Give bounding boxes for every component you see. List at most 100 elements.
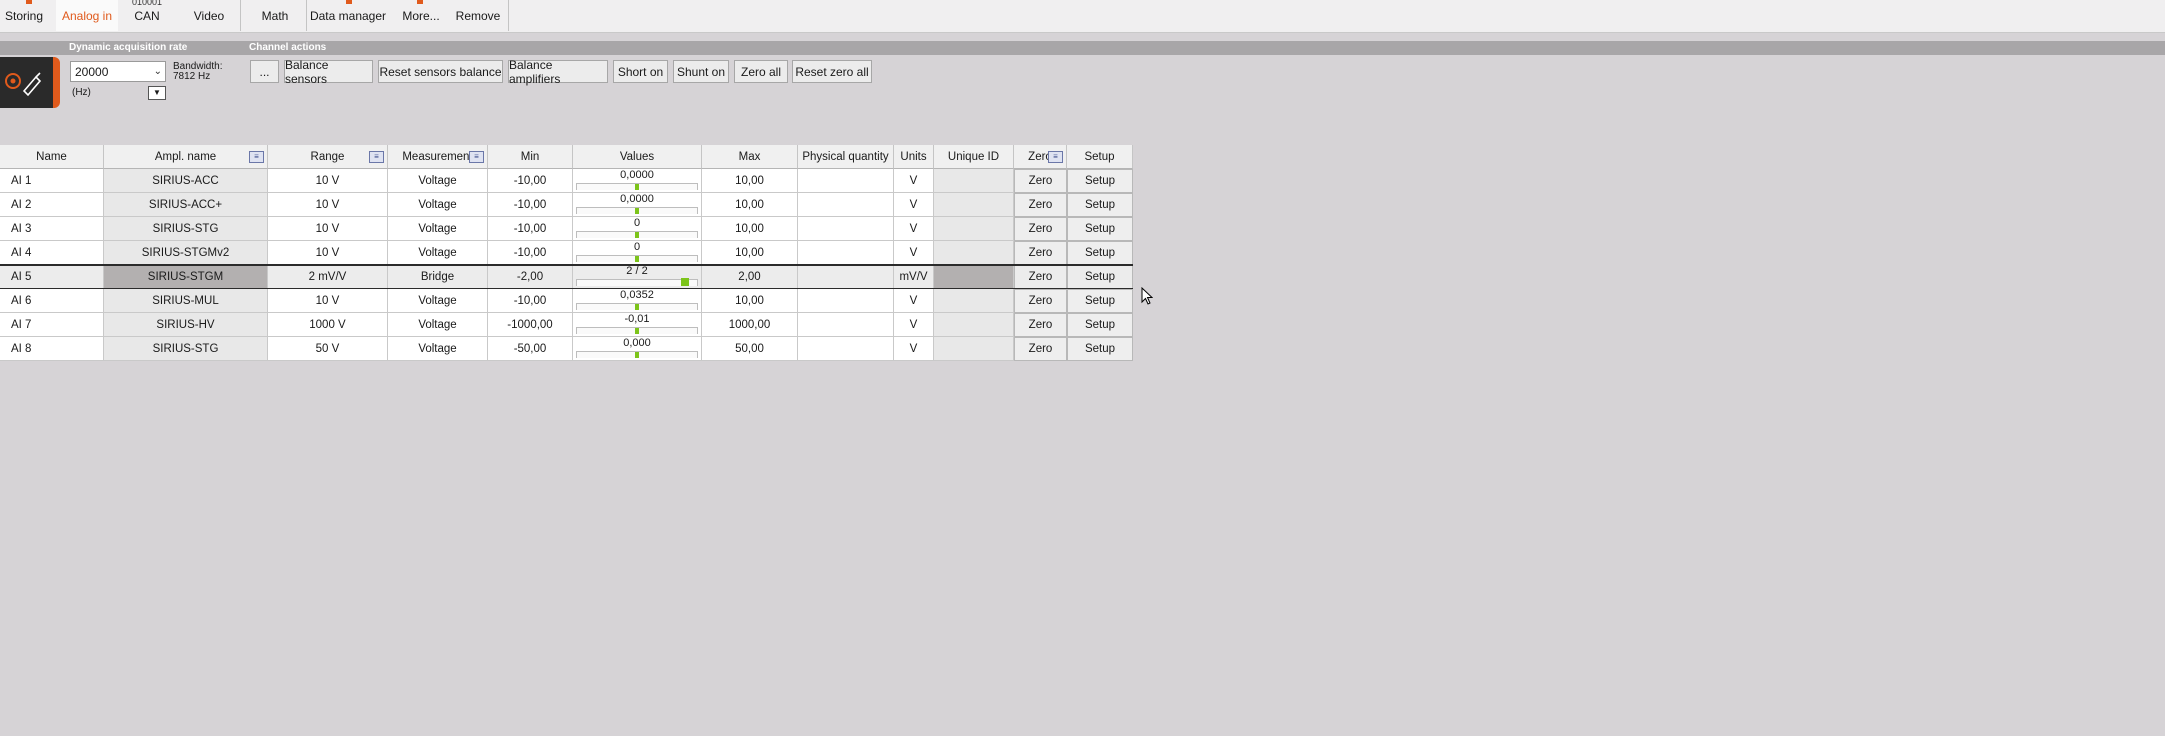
cell-text: Voltage — [418, 222, 457, 235]
cell-unique-id[interactable] — [934, 337, 1014, 361]
cell-name[interactable]: AI 6 — [0, 289, 104, 313]
cell-physical-quantity[interactable] — [798, 241, 894, 265]
column-header-units[interactable]: Units — [894, 145, 934, 169]
column-header-zero[interactable]: Zero ≡ — [1014, 145, 1067, 169]
column-header-ampl-name[interactable]: Ampl. name ≡ — [104, 145, 268, 169]
cell-text: -2,00 — [516, 270, 544, 283]
cell-unique-id[interactable] — [934, 217, 1014, 241]
column-filter-icon[interactable]: ≡ — [369, 151, 384, 163]
cell-unique-id[interactable] — [934, 313, 1014, 337]
reset-zero-all-button[interactable]: Reset zero all — [792, 60, 872, 83]
toolbar-math-button[interactable]: Math — [243, 0, 307, 31]
setup-button[interactable]: Setup — [1067, 337, 1133, 361]
cell-physical-quantity[interactable] — [798, 193, 894, 217]
setup-button[interactable]: Setup — [1067, 289, 1133, 313]
cell-physical-quantity[interactable] — [798, 337, 894, 361]
cell-max: 10,00 — [702, 193, 798, 217]
setup-button[interactable]: Setup — [1067, 193, 1133, 217]
cell-min: -10,00 — [488, 193, 573, 217]
zero-button[interactable]: Zero — [1014, 337, 1067, 361]
column-header-physical-quantity[interactable]: Physical quantity — [798, 145, 894, 169]
zero-button[interactable]: Zero — [1014, 169, 1067, 193]
cell-text: 50,00 — [735, 342, 764, 355]
channel-actions-more-button[interactable]: ... — [250, 60, 279, 83]
cell-name[interactable]: AI 2 — [0, 193, 104, 217]
column-header-unique-id[interactable]: Unique ID — [934, 145, 1014, 169]
cell-units: V — [894, 169, 934, 193]
cell-physical-quantity[interactable] — [798, 217, 894, 241]
column-filter-icon[interactable]: ≡ — [249, 151, 264, 163]
zero-button[interactable]: Zero — [1014, 289, 1067, 313]
table-row[interactable]: AI 6 SIRIUS-MUL 10 V Voltage -10,00 0,0352 10,… — [0, 289, 1133, 313]
setup-button[interactable]: Setup — [1067, 265, 1133, 289]
cell-name[interactable]: AI 5 — [0, 265, 104, 289]
column-header-name[interactable]: Name — [0, 145, 104, 169]
toolbar-can-button[interactable]: 010001 CAN — [124, 0, 170, 31]
cell-text: Setup — [1084, 247, 1116, 259]
cell-ampl-name: SIRIUS-MUL — [104, 289, 268, 313]
cell-physical-quantity[interactable] — [798, 289, 894, 313]
column-filter-icon[interactable]: ≡ — [1048, 151, 1063, 163]
toolbar-remove-button[interactable]: Remove — [449, 0, 507, 31]
setup-button[interactable]: Setup — [1067, 313, 1133, 337]
value-level-bar — [576, 278, 698, 286]
cell-name[interactable]: AI 1 — [0, 169, 104, 193]
cell-physical-quantity[interactable] — [798, 313, 894, 337]
column-header-max[interactable]: Max — [702, 145, 798, 169]
table-row[interactable]: AI 5 SIRIUS-STGM 2 mV/V Bridge -2,00 2 / 2 2,0… — [0, 265, 1133, 289]
setup-button[interactable]: Setup — [1067, 241, 1133, 265]
value-readout: 0 — [633, 217, 641, 229]
zero-button[interactable]: Zero — [1014, 313, 1067, 337]
short-on-button[interactable]: Short on — [613, 60, 668, 83]
acquisition-rate-value: 20000 — [75, 65, 109, 79]
column-header-measurement[interactable]: Measurement ≡ — [388, 145, 488, 169]
balance-amplifiers-button[interactable]: Balance amplifiers — [508, 58, 608, 86]
column-header-range[interactable]: Range ≡ — [268, 145, 388, 169]
setup-button[interactable]: Setup — [1067, 217, 1133, 241]
setup-button[interactable]: Setup — [1067, 169, 1133, 193]
table-row[interactable]: AI 7 SIRIUS-HV 1000 V Voltage -1000,00 -0,01 1… — [0, 313, 1133, 337]
rate-unit-label: (Hz) — [72, 87, 91, 98]
toolbar-more-button[interactable]: More... — [395, 0, 447, 31]
toolbar-analog-in-button[interactable]: Analog in — [56, 0, 118, 31]
toolbar-storing-label: Storing — [4, 9, 44, 23]
zero-button[interactable]: Zero — [1014, 193, 1067, 217]
cell-physical-quantity[interactable] — [798, 169, 894, 193]
toolbar-data-manager-button[interactable]: Data manager — [309, 0, 387, 31]
table-row[interactable]: AI 3 SIRIUS-STG 10 V Voltage -10,00 0 10,00 V Ze… — [0, 217, 1133, 241]
column-filter-icon[interactable]: ≡ — [469, 151, 484, 163]
cell-name[interactable]: AI 8 — [0, 337, 104, 361]
column-header-min[interactable]: Min — [488, 145, 573, 169]
cell-unique-id[interactable] — [934, 193, 1014, 217]
cell-name[interactable]: AI 7 — [0, 313, 104, 337]
acquisition-rate-select[interactable]: 20000 ⌄ — [70, 61, 166, 82]
cell-name[interactable]: AI 3 — [0, 217, 104, 241]
table-row[interactable]: AI 1 SIRIUS-ACC 10 V Voltage -10,00 0,0000 10,… — [0, 169, 1133, 193]
cell-unique-id[interactable] — [934, 169, 1014, 193]
table-row[interactable]: AI 2 SIRIUS-ACC+ 10 V Voltage -10,00 0,0000 10… — [0, 193, 1133, 217]
reset-sensors-balance-button[interactable]: Reset sensors balance — [378, 60, 503, 83]
cell-units: V — [894, 217, 934, 241]
cell-physical-quantity[interactable] — [798, 265, 894, 289]
table-row[interactable]: AI 4 SIRIUS-STGMv2 10 V Voltage -10,00 0 10,00… — [0, 241, 1133, 265]
value-level-bar — [576, 351, 698, 358]
cell-name[interactable]: AI 4 — [0, 241, 104, 265]
cell-text: SIRIUS-ACC — [152, 174, 219, 187]
cell-unique-id[interactable] — [934, 241, 1014, 265]
shunt-on-button[interactable]: Shunt on — [673, 60, 729, 83]
column-header-values[interactable]: Values — [573, 145, 702, 169]
zero-button[interactable]: Zero — [1014, 217, 1067, 241]
cell-min: -10,00 — [488, 289, 573, 313]
zero-button[interactable]: Zero — [1014, 241, 1067, 265]
column-header-label: Ampl. name — [154, 150, 217, 163]
cell-unique-id[interactable] — [934, 265, 1014, 289]
column-header-setup[interactable]: Setup — [1067, 145, 1133, 169]
zero-button[interactable]: Zero — [1014, 265, 1067, 289]
cell-unique-id[interactable] — [934, 289, 1014, 313]
balance-sensors-button[interactable]: Balance sensors — [284, 58, 373, 86]
table-row[interactable]: AI 8 SIRIUS-STG 50 V Voltage -50,00 0,000 50,0… — [0, 337, 1133, 361]
rate-unit-dropdown[interactable]: ▼ — [148, 86, 166, 100]
toolbar-storing-button[interactable]: Storing — [0, 0, 48, 31]
zero-all-button[interactable]: Zero all — [734, 60, 788, 83]
toolbar-video-button[interactable]: Video — [186, 0, 232, 31]
